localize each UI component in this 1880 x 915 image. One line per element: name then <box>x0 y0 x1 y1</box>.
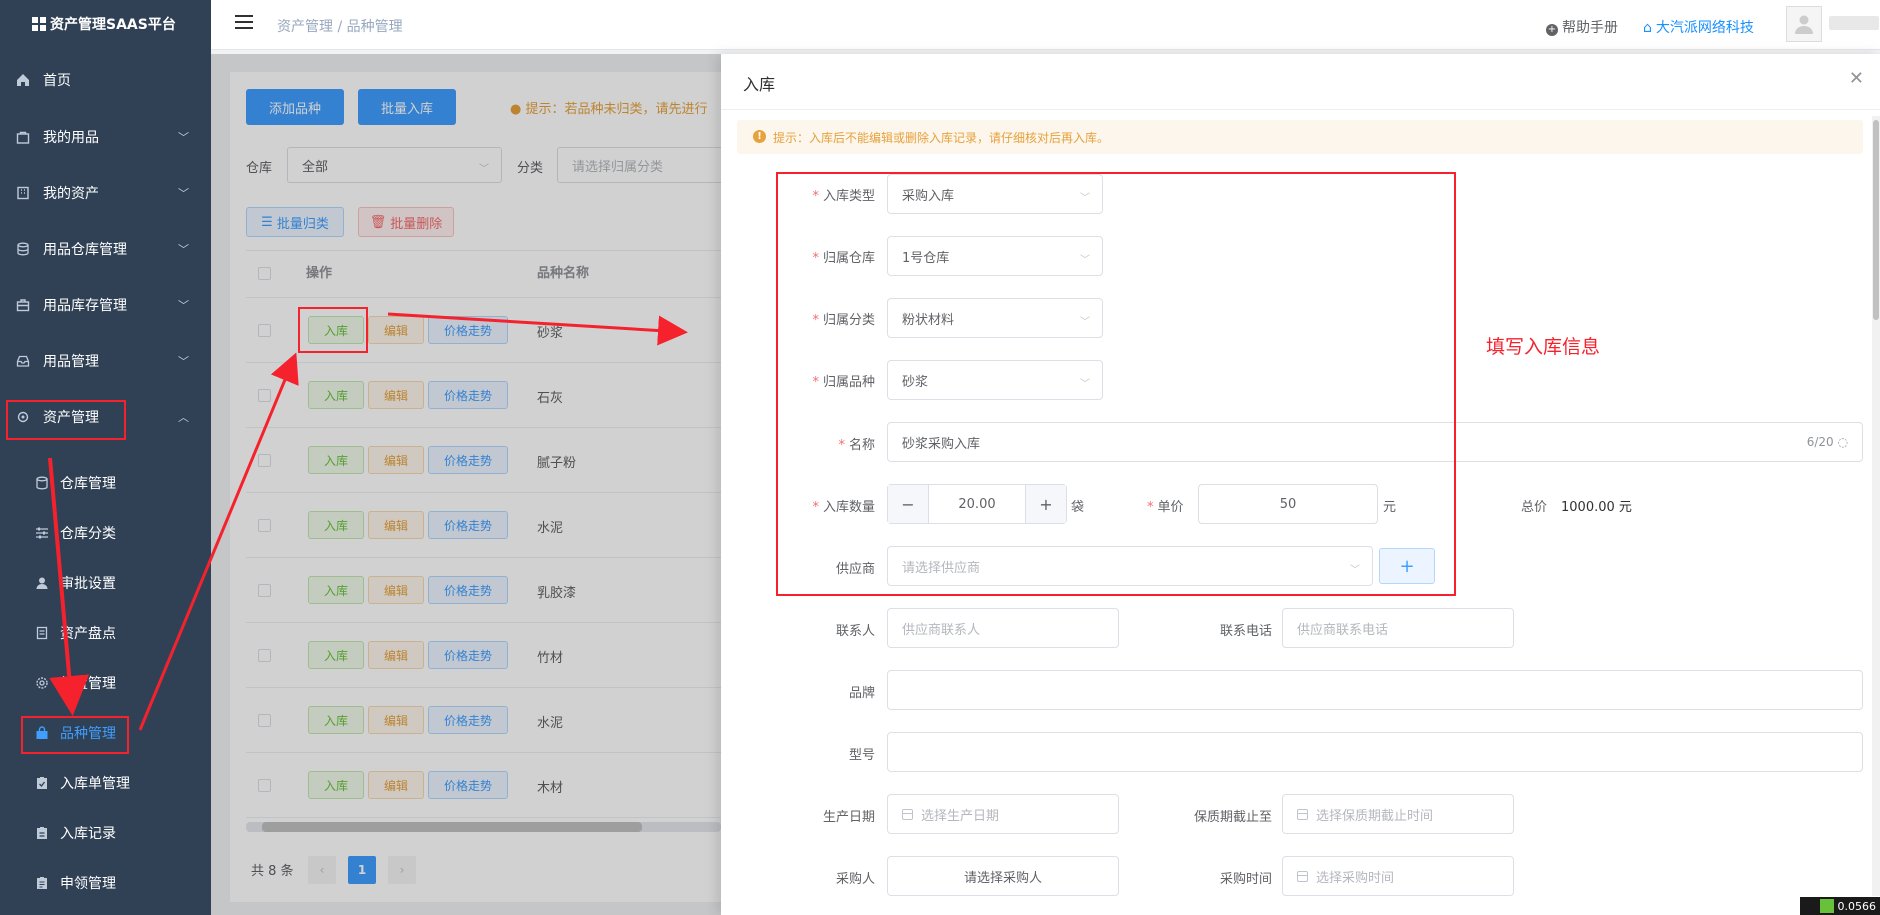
arrow-to-drawer <box>387 312 688 346</box>
corner-widget: 0.0566 <box>1800 897 1880 915</box>
status-icon <box>1819 899 1834 913</box>
arrow-to-inbound-button <box>138 352 299 731</box>
annotation-arrows <box>48 312 688 731</box>
arrow-to-variety <box>48 457 90 716</box>
